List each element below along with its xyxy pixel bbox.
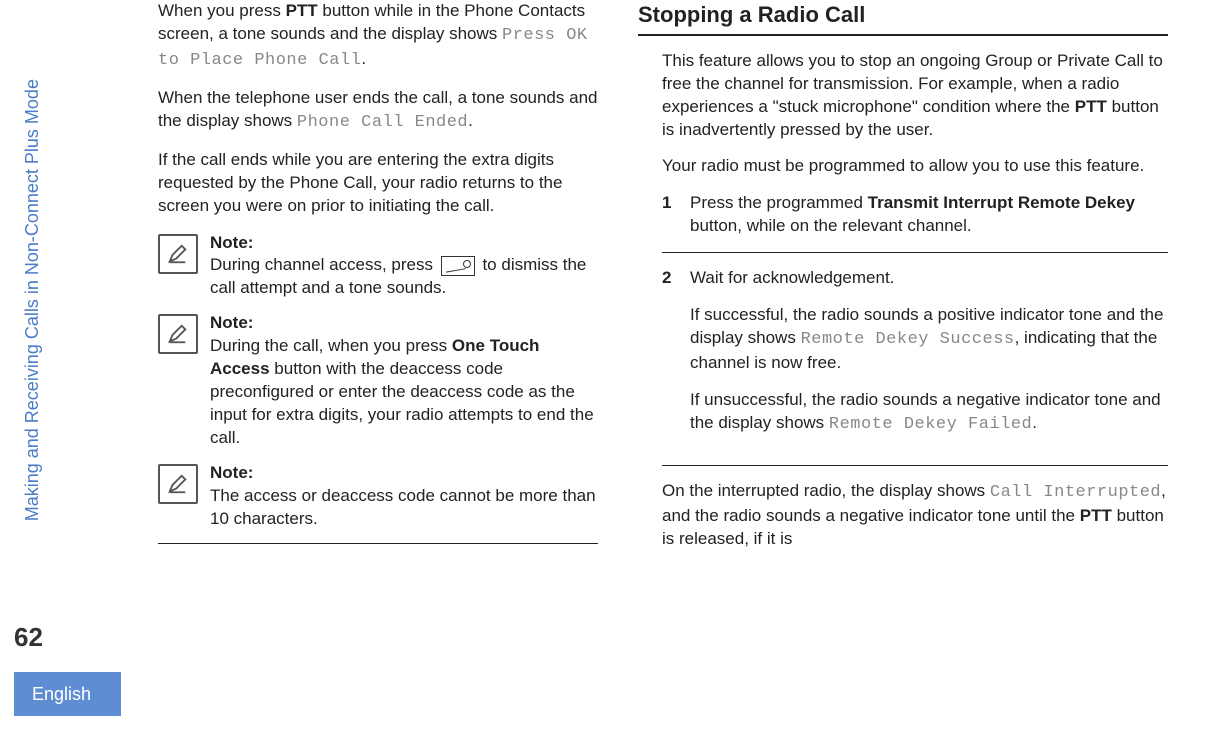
step-number: 2 — [662, 267, 678, 451]
column-left: When you press PTT button while in the P… — [158, 0, 598, 700]
paragraph: On the interrupted radio, the display sh… — [638, 480, 1168, 551]
step-body: Press the programmed Transmit Interrupt … — [690, 192, 1168, 238]
text: button, while on the relevant channel. — [690, 216, 972, 235]
content-columns: When you press PTT button while in the P… — [158, 0, 1186, 700]
language-text: English — [32, 684, 91, 704]
sidebar-section-title: Making and Receiving Calls in Non-Connec… — [18, 20, 46, 580]
paragraph: If the call ends while you are entering … — [158, 149, 598, 218]
display-text: Phone Call Ended — [297, 113, 468, 132]
display-text: Remote Dekey Failed — [829, 415, 1032, 434]
paragraph: If unsuccessful, the radio sounds a nega… — [690, 389, 1168, 437]
page-number: 62 — [14, 620, 43, 655]
note-body: Note: During the call, when you press On… — [210, 312, 598, 450]
text: During channel access, press — [210, 255, 438, 274]
text: . — [361, 49, 366, 68]
note-block: Note: During channel access, press to di… — [158, 232, 598, 301]
back-key-icon — [441, 256, 475, 276]
display-text: Call Interrupted — [990, 483, 1161, 502]
text: When you press — [158, 1, 286, 20]
note-pencil-icon — [158, 314, 198, 354]
section-title-text: Making and Receiving Calls in Non-Connec… — [20, 79, 44, 521]
step-number: 1 — [662, 192, 678, 238]
section-divider — [158, 543, 598, 544]
heading-rule — [638, 34, 1168, 36]
step-body: Wait for acknowledgement. If successful,… — [690, 267, 1168, 451]
button-name: Transmit Interrupt Remote Dekey — [868, 193, 1135, 212]
paragraph: This feature allows you to stop an ongoi… — [638, 50, 1168, 142]
note-title: Note: — [210, 462, 598, 485]
note-body: Note: During channel access, press to di… — [210, 232, 598, 301]
note-body: Note: The access or deaccess code cannot… — [210, 462, 598, 531]
text: Press the programmed — [690, 193, 868, 212]
display-text: Remote Dekey Success — [801, 330, 1015, 349]
paragraph: Your radio must be programmed to allow y… — [638, 155, 1168, 178]
note-title: Note: — [210, 232, 598, 255]
note-text: The access or deaccess code cannot be mo… — [210, 485, 598, 531]
step-divider — [662, 465, 1168, 466]
text: . — [468, 111, 473, 130]
step-divider — [662, 252, 1168, 253]
step-item: 1 Press the programmed Transmit Interrup… — [638, 192, 1168, 238]
ptt-label: PTT — [1075, 97, 1107, 116]
ptt-label: PTT — [1080, 506, 1112, 525]
text: On the interrupted radio, the display sh… — [662, 481, 990, 500]
paragraph: When the telephone user ends the call, a… — [158, 87, 598, 135]
paragraph: When you press PTT button while in the P… — [158, 0, 598, 73]
text: Wait for acknowledgement. — [690, 267, 1168, 290]
text: During the call, when you press — [210, 336, 452, 355]
section-heading: Stopping a Radio Call — [638, 0, 1168, 30]
note-block: Note: The access or deaccess code cannot… — [158, 462, 598, 531]
column-right: Stopping a Radio Call This feature allow… — [638, 0, 1168, 700]
language-tab: English — [14, 672, 121, 716]
step-item: 2 Wait for acknowledgement. If successfu… — [638, 267, 1168, 451]
note-title: Note: — [210, 312, 598, 335]
note-text: During the call, when you press One Touc… — [210, 335, 598, 450]
document-page: Making and Receiving Calls in Non-Connec… — [0, 0, 1206, 747]
note-text: During channel access, press to dismiss … — [210, 254, 598, 300]
note-pencil-icon — [158, 464, 198, 504]
note-pencil-icon — [158, 234, 198, 274]
note-block: Note: During the call, when you press On… — [158, 312, 598, 450]
paragraph: If successful, the radio sounds a positi… — [690, 304, 1168, 375]
text: . — [1032, 413, 1037, 432]
ptt-label: PTT — [286, 1, 318, 20]
